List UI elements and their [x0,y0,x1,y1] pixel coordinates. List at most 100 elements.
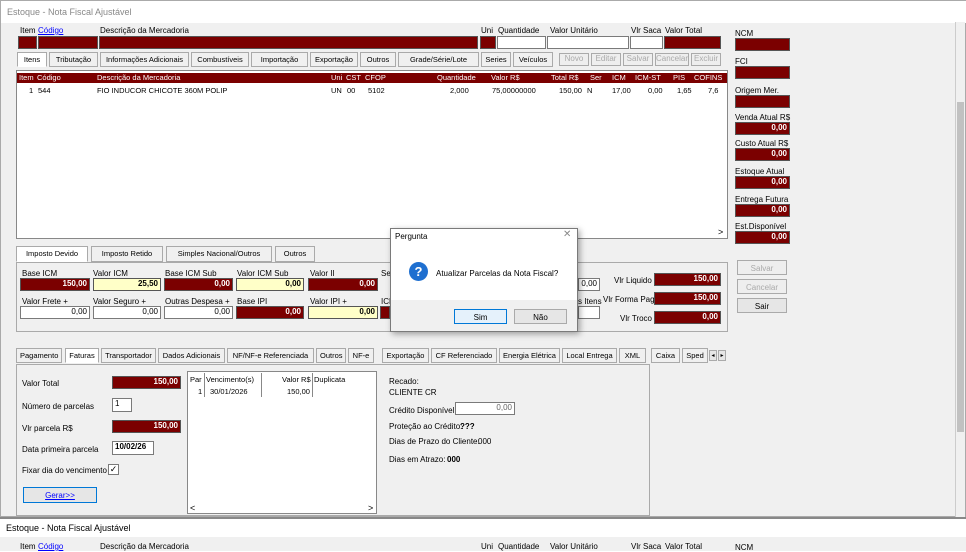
tab-xml[interactable]: XML [619,348,646,363]
tab-nf-referenciada[interactable]: NF/NF-e Referenciada [227,348,314,363]
gerar-button[interactable]: Gerar>> [23,487,97,503]
valor-ipi-value[interactable]: 0,00 [308,306,378,319]
frete-value[interactable]: 0,00 [20,306,90,319]
small-value-field[interactable]: 0,00 [578,278,600,291]
tab-veiculos[interactable]: Veículos [513,52,553,67]
base-icm-value[interactable]: 150,00 [20,278,90,291]
tab-importacao[interactable]: Importação [251,52,308,67]
col-item: Item [19,73,34,82]
sim-button[interactable]: Sim [454,309,507,324]
cancelar-button[interactable]: Cancelar [737,279,787,294]
tab-informacoes-adicionais[interactable]: Informações Adicionais [100,52,189,67]
ncm-field[interactable] [735,38,790,51]
tab-faturas[interactable]: Faturas [65,348,99,363]
itens-field[interactable] [578,306,600,319]
tab-outros-bottom[interactable]: Outros [316,348,346,363]
tab-itens[interactable]: Itens [17,52,47,67]
valor-unitario-label: Valor Unitário [550,26,598,35]
quantidade-input[interactable] [497,36,546,49]
tab-scroll-right-icon[interactable]: ▸ [718,350,726,361]
pgrid-scroll-left-icon[interactable]: < [190,503,195,513]
uni-input[interactable] [480,36,496,49]
data-primeira-input[interactable]: 10/02/26 [112,441,154,455]
vlr-saca-label: Vlr Saca [631,26,662,35]
scrollbar-thumb[interactable] [957,102,964,432]
base-icm-sub-value[interactable]: 0,00 [164,278,233,291]
valor-total-input[interactable] [664,36,721,49]
tab-grade-serie-lote[interactable]: Grade/Série/Lote [398,52,479,67]
row-cofins: 7,6 [708,86,719,95]
tab-outros[interactable]: Outros [360,52,396,67]
base-ipi-value[interactable]: 0,00 [236,306,304,319]
vlr-parcela-value[interactable]: 150,00 [112,420,181,433]
cancelar-item-button[interactable]: Cancelar [655,53,689,66]
uni-label: Uni [481,26,494,35]
vlr-saca-input[interactable] [630,36,663,49]
quantidade-label: Quantidade [498,26,540,35]
row-valor: 75,00000000 [492,86,536,95]
icm-partial-field[interactable] [380,306,390,319]
valor-unitario-input[interactable] [547,36,629,49]
row-total: 150,00 [559,86,582,95]
valor-icm-sub-value[interactable]: 0,00 [236,278,304,291]
tab-nfe[interactable]: NF-e [348,348,374,363]
pgrid-scroll-right-icon[interactable]: > [368,503,373,513]
tab-tributacao[interactable]: Tributação [49,52,98,67]
tab-energia-eletrica[interactable]: Energia Elétrica [499,348,560,363]
codigo-link[interactable]: Código [38,26,63,35]
tab-local-entrega[interactable]: Local Entrega [562,348,617,363]
tab-outros-imposto[interactable]: Outros [275,246,315,262]
row-icm: 17,00 [612,86,631,95]
tab-sped[interactable]: Sped [682,348,708,363]
tab-pagamento[interactable]: Pagamento [16,348,62,363]
tab-series[interactable]: Series [481,52,511,67]
tab-exportacao-bottom[interactable]: Exportação [382,348,429,363]
tab-dados-adicionais[interactable]: Dados Adicionais [158,348,225,363]
outras-value[interactable]: 0,00 [164,306,233,319]
tab-caixa[interactable]: Caixa [651,348,680,363]
tab-scroll-left-icon[interactable]: ◂ [709,350,717,361]
seguro-value[interactable]: 0,00 [93,306,161,319]
tab-cf-referenciado[interactable]: CF Referenciado [431,348,497,363]
credito-value: 0,00 [455,402,515,415]
disp-value: 0,00 [735,231,790,244]
codigo-input[interactable] [38,36,98,49]
sair-button[interactable]: Sair [737,298,787,313]
close-icon[interactable]: ✕ [563,229,571,240]
grid-scroll-right-icon[interactable]: > [718,227,723,237]
editar-button[interactable]: Editar [591,53,621,66]
salvar-item-button[interactable]: Salvar [623,53,653,66]
tab-transportador[interactable]: Transportador [101,348,156,363]
valor-ii-value[interactable]: 0,00 [308,278,378,291]
novo-button[interactable]: Novo [559,53,589,66]
tab-imposto-devido[interactable]: Imposto Devido [16,246,88,262]
col-ser: Ser [590,73,602,82]
ncm-label: NCM [735,29,754,38]
tab-exportacao[interactable]: Exportação [310,52,358,67]
descricao-input[interactable] [99,36,478,49]
base-icm-label: Base ICM [22,269,58,278]
vlr-forma-value: 150,00 [654,292,721,305]
seguro-label: Valor Seguro + [93,297,146,306]
salvar-button[interactable]: Salvar [737,260,787,275]
origem-field[interactable] [735,95,790,108]
pcol-divider [312,373,313,397]
fixar-checkbox[interactable]: ✓ [108,464,119,475]
custo-value: 0,00 [735,148,790,161]
item-label: Item [20,26,36,35]
item-input[interactable] [18,36,37,49]
tab-combustiveis[interactable]: Combustíveis [191,52,249,67]
col-icm-st: ICM-ST [635,73,661,82]
venda-label: Venda Atual R$ [735,113,791,122]
w2-codigo-link[interactable]: Código [38,542,63,551]
num-parcelas-label: Número de parcelas [22,402,95,411]
fci-field[interactable] [735,66,790,79]
credito-label: Crédito Disponível: [389,406,457,415]
excluir-button[interactable]: Excluir [691,53,721,66]
items-grid[interactable] [16,70,728,239]
num-parcelas-input[interactable]: 1 [112,398,132,412]
nao-button[interactable]: Não [514,309,567,324]
valor-icm-value[interactable]: 25,50 [93,278,161,291]
tab-imposto-retido[interactable]: Imposto Retido [91,246,163,262]
tab-simples-nacional[interactable]: Simples Nacional/Outros [166,246,272,262]
